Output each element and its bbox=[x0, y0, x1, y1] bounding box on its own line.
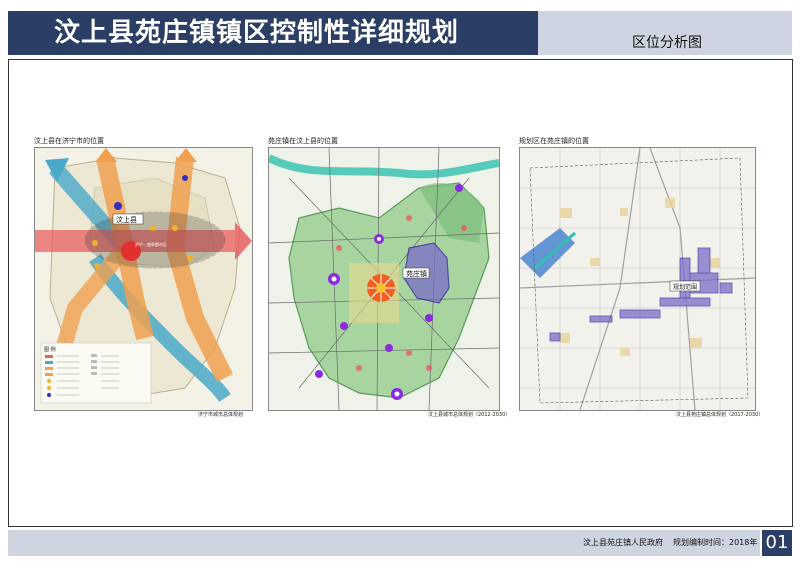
page-subtitle: 区位分析图 bbox=[632, 35, 702, 51]
panel-2-label: 苑庄镇在汶上县的位置 bbox=[268, 137, 338, 145]
page-number: 01 bbox=[765, 532, 789, 553]
page-title: 汶上县苑庄镇镇区控制性详细规划 bbox=[54, 18, 460, 48]
footer-date: 规划编制时间：2018年 bbox=[673, 538, 758, 547]
map-yuanzhuang-town[interactable]: 规划范围 bbox=[519, 147, 756, 411]
map-label-wenshang: 汶上县 bbox=[116, 215, 137, 224]
panel-3-label: 规划区在苑庄镇的位置 bbox=[519, 137, 589, 145]
panel-1-label: 汶上县在济宁市的位置 bbox=[34, 137, 104, 145]
footer-info: 汶上县苑庄镇人民政府 规划编制时间：2018年 bbox=[583, 538, 767, 548]
footer-authority: 汶上县苑庄镇人民政府 bbox=[583, 538, 663, 547]
map-jining-city[interactable]: 汶上县 济宁 - 曲阜都市区 图 例 bbox=[34, 147, 253, 411]
map-wenshang-county[interactable]: 苑庄镇 bbox=[268, 147, 500, 411]
map-label-planning-area: 规划范围 bbox=[673, 283, 697, 291]
legend-title: 图 例 bbox=[44, 346, 56, 353]
panel-3-caption: 汶上县苑庄镇总体规划（2017-2030） bbox=[676, 412, 764, 418]
panel-1-caption: 济宁市城市总体规划 bbox=[198, 412, 244, 418]
panel-2-caption: 汶上县城市总体规划（2012-2030） bbox=[428, 412, 511, 418]
map-label-yuanzhuang: 苑庄镇 bbox=[406, 269, 427, 278]
map-label-metro: 济宁 - 曲阜都市区 bbox=[135, 241, 167, 247]
